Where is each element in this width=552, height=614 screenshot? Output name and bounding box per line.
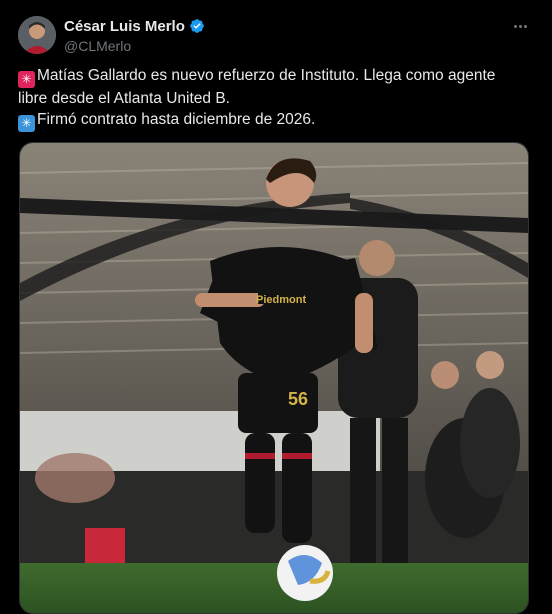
jersey-sponsor: Piedmont [256,294,306,306]
author-handle[interactable]: @CLMerlo [64,38,205,54]
eight-spoked-asterisk-blue-icon: ✳ [18,115,35,132]
tweet-line-1-text: Matías Gallardo es nuevo refuerzo de Ins… [37,67,496,84]
tweet-line-3: ✳ Firmó contrato hasta diciembre de 2026. [18,109,518,132]
author-avatar[interactable] [18,16,56,54]
tweet-line-3-text: Firmó contrato hasta diciembre de 2026. [37,111,316,128]
verified-badge-icon[interactable] [189,18,205,34]
more-dot [518,24,522,28]
more-dot [523,24,527,28]
avatar-photo-icon [18,16,56,54]
tweet-line-2: libre desde el Atlanta United B. [18,90,230,107]
tweet-line-1: ✳ Matías Gallardo es nuevo refuerzo de In… [18,65,518,88]
tweet-card: César Luis Merlo @CLMerlo ✳ Matías Gallar… [0,0,552,614]
author-names: César Luis Merlo @CLMerlo [64,16,205,54]
tweet-header: César Luis Merlo @CLMerlo [18,14,534,58]
tweet-text: ✳ Matías Gallardo es nuevo refuerzo de In… [18,65,518,132]
more-options-button[interactable] [510,18,530,34]
more-dot [513,24,517,28]
tweet-media-photo[interactable]: Piedmont 56 [19,142,529,614]
soccer-ball-icon [277,545,333,601]
eight-spoked-asterisk-red-icon: ✳ [18,71,35,88]
jersey-number: 56 [288,389,308,409]
soccer-player-photo: Piedmont 56 [20,143,528,613]
author-display-name[interactable]: César Luis Merlo [64,18,185,35]
